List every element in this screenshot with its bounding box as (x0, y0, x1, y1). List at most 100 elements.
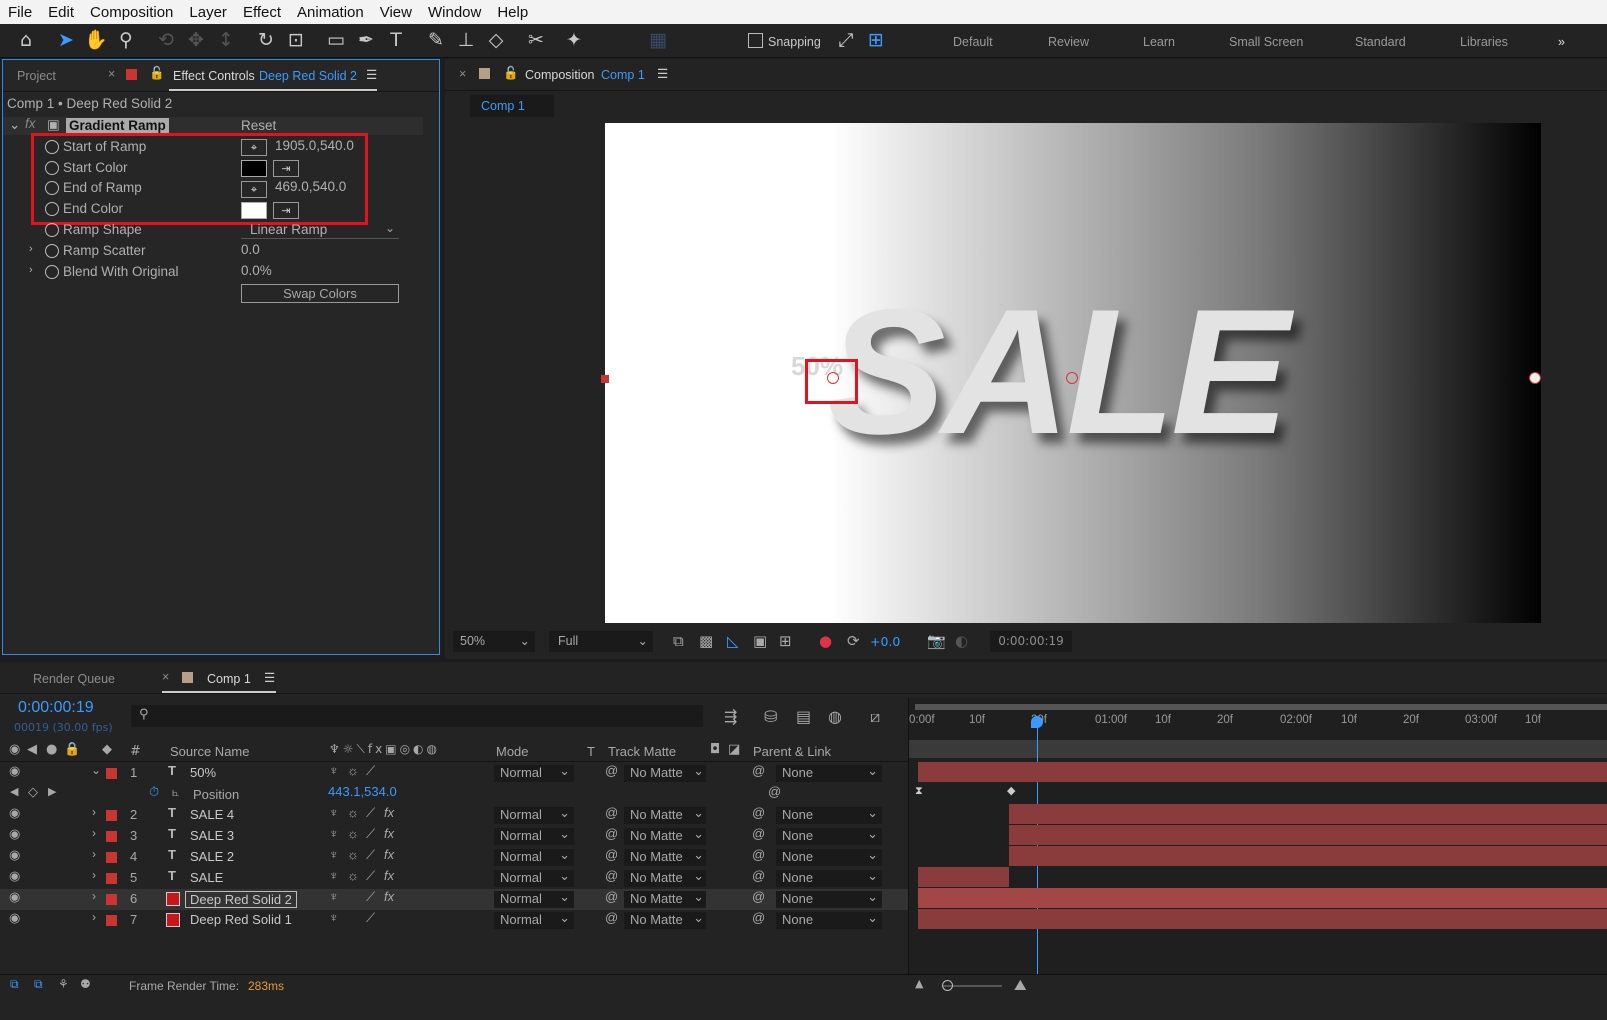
parent-dropdown[interactable]: None ⌄ (776, 910, 882, 929)
pickwhip-icon[interactable]: @ (768, 784, 781, 799)
menu-effect[interactable]: Effect (243, 4, 281, 21)
color-management-icon[interactable]: ⟳ (847, 632, 860, 650)
chevron-right-icon[interactable]: › (29, 243, 33, 255)
fx-icon[interactable]: fx (384, 805, 394, 820)
layer-name[interactable]: Deep Red Solid 1 (190, 912, 292, 927)
current-timecode[interactable]: 0:00:00:19 (18, 699, 94, 717)
tab-project[interactable]: Project (17, 69, 56, 83)
shy-icon[interactable]: ♆ (329, 889, 339, 904)
hand-tool-icon[interactable]: ✋ (84, 28, 108, 52)
mode-dropdown[interactable]: Normal ⌄ (494, 805, 574, 824)
exposure-value[interactable]: +0.0 (870, 634, 900, 649)
parent-pickwhip-icon[interactable]: @ (752, 826, 765, 841)
effect-layer-name[interactable]: Deep Red Solid 2 (259, 69, 357, 83)
pickwhip-icon[interactable]: @ (605, 868, 618, 883)
ramp-shape-dropdown[interactable]: Linear Ramp ⌄ (241, 221, 399, 239)
eye-icon[interactable]: ◉ (9, 889, 20, 905)
workspace-learn[interactable]: Learn (1143, 35, 1175, 49)
mode-dropdown[interactable]: Normal ⌄ (494, 847, 574, 866)
fx-icon[interactable]: fx (25, 116, 36, 131)
layer-name[interactable]: 50% (190, 765, 216, 780)
chevron-right-icon[interactable]: › (92, 910, 96, 924)
source-name-header[interactable]: Source Name (170, 744, 249, 759)
comp-subtab[interactable]: Comp 1 (470, 95, 554, 117)
parent-dropdown[interactable]: None ⌄ (776, 826, 882, 845)
collapse-icon[interactable]: ☼ (347, 847, 359, 862)
quality-icon[interactable]: ⟋ (366, 889, 375, 905)
anchor-crosshair-icon[interactable] (1066, 372, 1078, 384)
roto-tool-icon[interactable]: ✂ (524, 28, 548, 52)
chevron-down-icon[interactable]: ⌄ (91, 763, 101, 777)
mode-dropdown[interactable]: Normal ⌄ (494, 889, 574, 908)
workspace-review[interactable]: Review (1048, 35, 1089, 49)
lock-icon[interactable]: 🔓 (149, 66, 165, 81)
shy-icon[interactable]: ♆ (329, 847, 339, 862)
parent-dropdown[interactable]: None ⌄ (776, 805, 882, 824)
track-matte-header[interactable]: Track Matte (608, 744, 676, 759)
workspace-default[interactable]: Default (953, 35, 993, 49)
parent-pickwhip-icon[interactable]: @ (752, 805, 765, 820)
search-input[interactable]: ⚲ (131, 705, 703, 727)
rectangle-tool-icon[interactable]: ▭ (324, 28, 348, 52)
reset-link[interactable]: Reset (241, 118, 276, 133)
menu-help[interactable]: Help (497, 4, 528, 21)
layer-label-color[interactable] (106, 915, 117, 926)
puppet-tool-icon[interactable]: ✦ (562, 28, 586, 52)
zoom-out-icon[interactable]: ▲ (915, 977, 923, 990)
swap-colors-button[interactable]: Swap Colors (241, 284, 399, 303)
panel-menu-icon[interactable]: ☰ (264, 670, 275, 685)
workspace-small-screen[interactable]: Small Screen (1229, 35, 1303, 49)
layer-2-bar[interactable] (1009, 804, 1607, 824)
mask-visibility-icon[interactable]: ◺ (727, 632, 739, 650)
layer-4-bar[interactable] (1009, 846, 1607, 866)
zoom-slider-handle[interactable] (942, 980, 953, 991)
chevron-right-icon[interactable]: › (92, 847, 96, 861)
track-matte-dropdown[interactable]: No Matte ⌄ (624, 763, 706, 782)
tab-effect-controls[interactable]: Effect Controls (173, 69, 255, 83)
layer-1-bar[interactable] (918, 762, 1607, 782)
pickwhip-icon[interactable]: @ (605, 805, 618, 820)
close-icon[interactable]: × (108, 67, 115, 81)
eye-icon[interactable]: ◉ (9, 826, 20, 842)
close-icon[interactable]: × (162, 670, 169, 684)
parent-dropdown[interactable]: None ⌄ (776, 889, 882, 908)
layer-name[interactable]: Deep Red Solid 2 (185, 891, 297, 908)
region-of-interest-icon[interactable]: ▣ (753, 632, 767, 650)
panel-menu-icon[interactable]: ☰ (366, 67, 377, 82)
menu-edit[interactable]: Edit (48, 4, 74, 21)
fx-icon[interactable]: fx (384, 826, 394, 841)
layer-row[interactable]: ◉ › 6 Deep Red Solid 2 ♆ ⟋ fx Normal ⌄ @… (0, 889, 908, 910)
parent-pickwhip-icon[interactable]: @ (752, 763, 765, 778)
resolution-dropdown[interactable]: Full ⌄ (549, 631, 653, 652)
track-matte-dropdown[interactable]: No Matte ⌄ (624, 910, 706, 929)
channels-icon[interactable]: ● (819, 632, 832, 650)
pan-tool-icon[interactable]: ✥ (184, 28, 208, 52)
quality-icon[interactable]: ⟋ (366, 826, 375, 842)
draft-3d-icon[interactable]: ⛁ (764, 707, 777, 726)
rotate-tool-icon[interactable]: ↻ (254, 28, 278, 52)
fast-preview-icon[interactable]: ⧉ (673, 632, 684, 650)
track-matte-dropdown[interactable]: No Matte ⌄ (624, 889, 706, 908)
layer-3-bar[interactable] (1009, 825, 1607, 845)
layer-name[interactable]: SALE 2 (190, 849, 234, 864)
eye-icon[interactable]: ◉ (9, 910, 20, 926)
stopwatch-icon[interactable] (45, 222, 59, 238)
eye-icon[interactable]: ◉ (9, 763, 20, 779)
layer-label-color[interactable] (106, 894, 117, 905)
shy-icon[interactable]: ♆ (329, 826, 339, 841)
pickwhip-icon[interactable]: @ (605, 847, 618, 862)
chevron-down-icon[interactable]: ⌄ (9, 117, 20, 133)
prev-keyframe-icon[interactable]: ◀ (10, 785, 18, 798)
render-time-icon[interactable]: ⚉ (80, 977, 91, 991)
home-icon[interactable]: ⌂ (14, 28, 38, 52)
work-area-bar[interactable] (915, 704, 1607, 710)
pickwhip-icon[interactable]: @ (605, 826, 618, 841)
type-tool-icon[interactable]: T (384, 28, 408, 52)
track-matte-dropdown[interactable]: No Matte ⌄ (624, 805, 706, 824)
panel-menu-icon[interactable]: ☰ (657, 66, 668, 81)
layer-label-color[interactable] (106, 831, 117, 842)
pen-tool-icon[interactable]: ✒ (354, 28, 378, 52)
parent-dropdown[interactable]: None ⌄ (776, 847, 882, 866)
zoom-tool-icon[interactable]: ⚲ (114, 28, 138, 52)
anchor-tool-icon[interactable]: ⊡ (284, 28, 308, 52)
